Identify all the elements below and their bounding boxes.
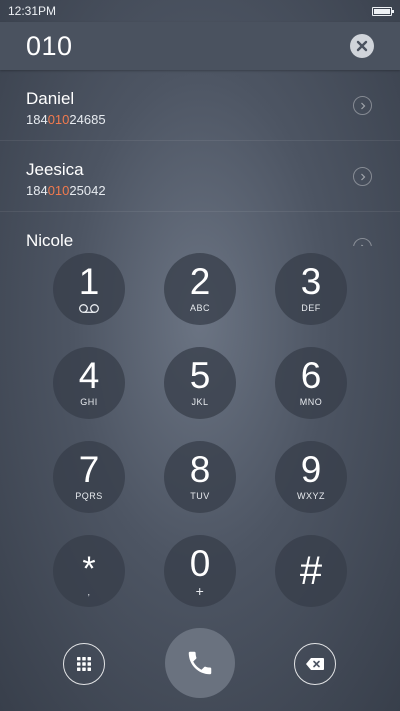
- call-button[interactable]: [165, 628, 235, 698]
- number-match-highlight: 010: [47, 183, 70, 198]
- backspace-icon: [306, 658, 324, 670]
- key-star[interactable]: * ,: [53, 535, 125, 607]
- number-match-highlight: 010: [47, 112, 70, 127]
- status-time: 12:31PM: [8, 4, 57, 18]
- chevron-right-icon: [360, 102, 365, 109]
- dialpad-toggle-button[interactable]: [63, 643, 105, 685]
- status-bar: 12:31PM: [0, 0, 400, 22]
- contact-name: Jeesica: [26, 160, 84, 179]
- contact-name: Nicole: [26, 231, 74, 246]
- contact-number: 18401025042: [26, 183, 106, 198]
- phone-icon: [188, 651, 212, 675]
- clear-button[interactable]: [350, 34, 374, 58]
- dialer-action-bar: [0, 618, 400, 711]
- contact-detail-button[interactable]: [353, 96, 372, 115]
- key-hash[interactable]: #: [275, 535, 347, 607]
- contact-detail-button[interactable]: [353, 238, 372, 246]
- key-4[interactable]: 4 GHI: [53, 347, 125, 419]
- key-3[interactable]: 3 DEF: [275, 253, 347, 325]
- contact-number: 18401024685: [26, 112, 106, 127]
- dialpad-icon: [77, 657, 91, 671]
- backspace-button[interactable]: [294, 643, 336, 685]
- key-2[interactable]: 2 ABC: [164, 253, 236, 325]
- battery-icon: [372, 6, 394, 16]
- voicemail-icon: [79, 304, 99, 313]
- contact-row-daniel[interactable]: Daniel 18401024685: [0, 70, 400, 141]
- key-0[interactable]: 0 +: [164, 535, 236, 607]
- key-9[interactable]: 9 WXYZ: [275, 441, 347, 513]
- chevron-right-icon: [360, 173, 365, 180]
- key-6[interactable]: 6 MNO: [275, 347, 347, 419]
- dial-keypad: 1 2 ABC 3 DEF 4 GHI 5 JKL 6 MNO 7 PQRS 8…: [0, 246, 400, 618]
- contact-row-jeesica[interactable]: Jeesica 18401025042: [0, 141, 400, 212]
- contact-detail-button[interactable]: [353, 167, 372, 186]
- contact-results-list: Daniel 18401024685 Jeesica 18401025042 N…: [0, 70, 400, 246]
- contact-name: Daniel: [26, 89, 75, 108]
- dial-search-header: 010: [0, 22, 400, 70]
- key-1[interactable]: 1: [53, 253, 125, 325]
- key-5[interactable]: 5 JKL: [164, 347, 236, 419]
- dialed-number-input[interactable]: 010: [26, 31, 73, 62]
- clear-icon: [356, 40, 368, 52]
- contact-row-nicole[interactable]: Nicole: [0, 212, 400, 246]
- key-7[interactable]: 7 PQRS: [53, 441, 125, 513]
- key-8[interactable]: 8 TUV: [164, 441, 236, 513]
